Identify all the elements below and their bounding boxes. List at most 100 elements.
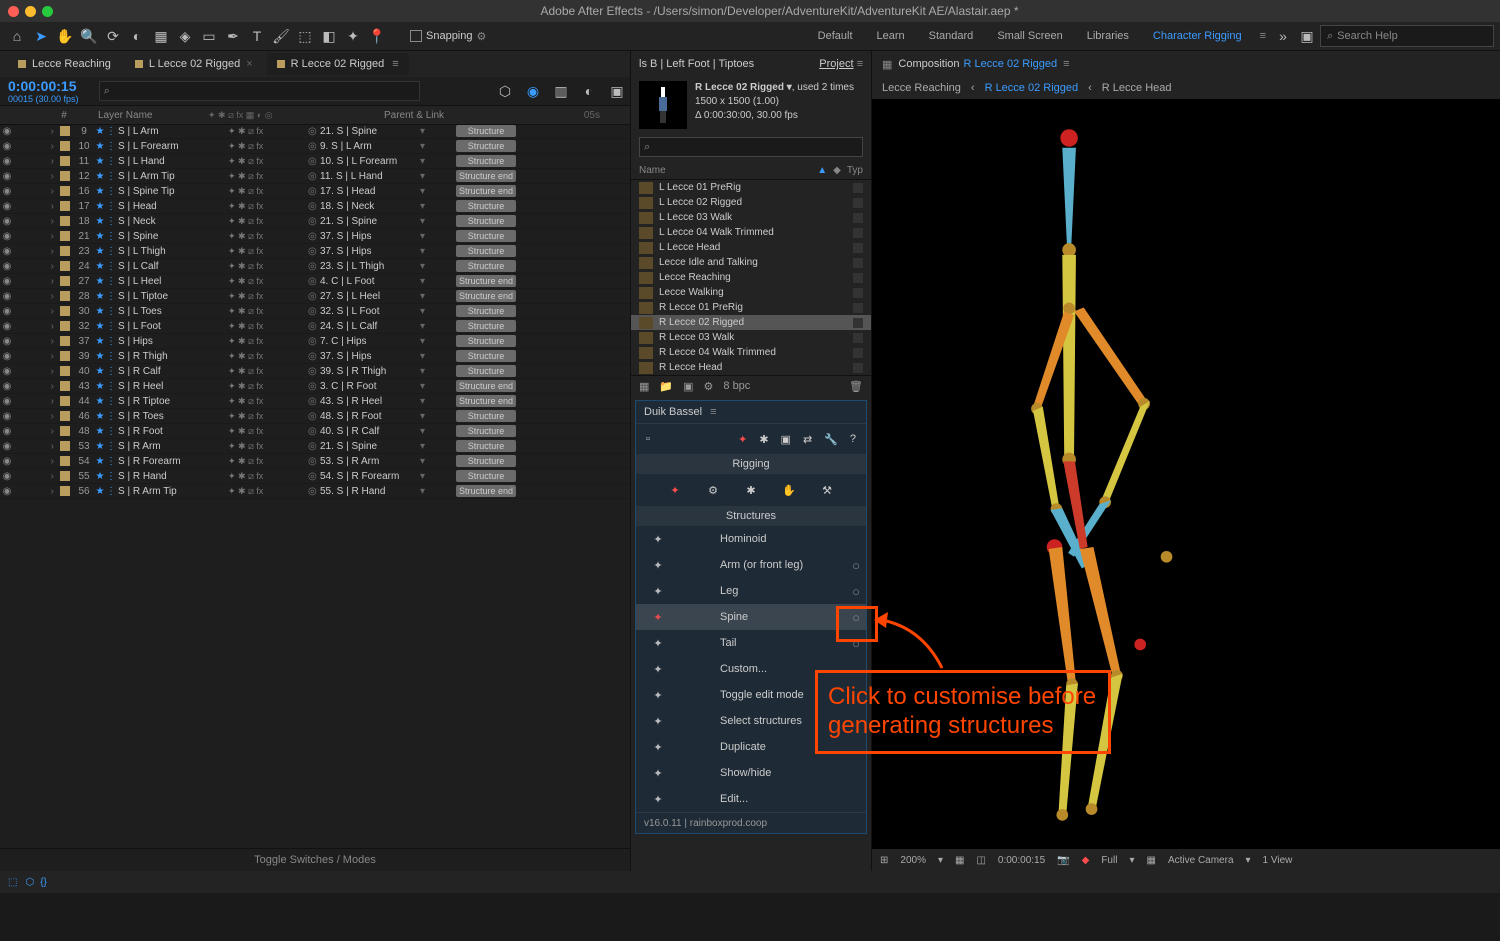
twirl-icon[interactable]: › xyxy=(34,426,56,437)
twirl-icon[interactable]: › xyxy=(34,141,56,152)
snapping-checkbox[interactable] xyxy=(410,30,422,42)
parent-dropdown-icon[interactable]: ▾ xyxy=(420,276,432,287)
layer-name[interactable]: S | R Hand xyxy=(118,471,228,482)
layer-name[interactable]: S | R Heel xyxy=(118,381,228,392)
layer-name[interactable]: S | Neck xyxy=(118,216,228,227)
project-item-label[interactable] xyxy=(853,288,863,298)
duik-structure-leg[interactable]: ✦ Leg ○ xyxy=(636,578,866,604)
parent-link[interactable]: 21. S | Spine xyxy=(320,126,420,137)
layer-switches[interactable]: ✦ ✱ ⧄ fx xyxy=(228,201,308,212)
duik-structure-edit-[interactable]: ✦ Edit... xyxy=(636,786,866,812)
visibility-toggle-icon[interactable]: ◉ xyxy=(0,366,14,377)
shy-toggle-icon[interactable]: ◉ xyxy=(522,80,544,102)
parent-dropdown-icon[interactable]: ▾ xyxy=(420,471,432,482)
project-item-label[interactable] xyxy=(853,273,863,283)
motion-blur-icon[interactable]: ◐ xyxy=(578,80,600,102)
parent-link[interactable]: 39. S | R Thigh xyxy=(320,366,420,377)
duik-animation-icon[interactable]: ✱ xyxy=(759,433,768,446)
layer-switches[interactable]: ✦ ✱ ⧄ fx xyxy=(228,366,308,377)
parent-link[interactable]: 21. S | Spine xyxy=(320,441,420,452)
twirl-icon[interactable]: › xyxy=(34,171,56,182)
layer-row[interactable]: ◉ › 46 ★ ⋮ S | R Toes ✦ ✱ ⧄ fx ◎ 48. S |… xyxy=(0,409,630,424)
layer-duration-bar[interactable]: Structure xyxy=(456,260,516,272)
project-item-label[interactable] xyxy=(853,333,863,343)
parent-dropdown-icon[interactable]: ▾ xyxy=(420,351,432,362)
layer-name[interactable]: S | R Forearm xyxy=(118,456,228,467)
parent-dropdown-icon[interactable]: ▾ xyxy=(420,291,432,302)
workspace-menu-icon[interactable]: ≡ xyxy=(1260,30,1266,42)
visibility-toggle-icon[interactable]: ◉ xyxy=(0,231,14,242)
twirl-icon[interactable]: › xyxy=(34,411,56,422)
view-layout-dropdown[interactable]: 1 View xyxy=(1263,855,1293,866)
label-color[interactable] xyxy=(60,216,70,226)
delete-icon[interactable]: 🗑 xyxy=(849,380,863,393)
parent-dropdown-icon[interactable]: ▾ xyxy=(420,231,432,242)
parent-link[interactable]: 53. S | R Arm xyxy=(320,456,420,467)
layer-name[interactable]: S | R Tiptoe xyxy=(118,396,228,407)
twirl-icon[interactable]: › xyxy=(34,186,56,197)
layer-row[interactable]: ◉ › 40 ★ ⋮ S | R Calf ✦ ✱ ⧄ fx ◎ 39. S |… xyxy=(0,364,630,379)
interpret-footage-icon[interactable]: ▦ xyxy=(639,380,649,393)
layer-name[interactable]: S | R Calf xyxy=(118,366,228,377)
layer-duration-bar[interactable]: Structure end xyxy=(456,395,516,407)
layer-duration-bar[interactable]: Structure end xyxy=(456,380,516,392)
layer-row[interactable]: ◉ › 27 ★ ⋮ S | L Heel ✦ ✱ ⧄ fx ◎ 4. C | … xyxy=(0,274,630,289)
duik-structure-arm-or-front-leg-[interactable]: ✦ Arm (or front leg) ○ xyxy=(636,552,866,578)
orbit-tool-icon[interactable]: ⟳ xyxy=(102,25,124,47)
parent-pickwhip-icon[interactable]: ◎ xyxy=(308,426,320,437)
search-help-input[interactable]: ⌕ Search Help xyxy=(1320,25,1494,47)
project-item-label[interactable] xyxy=(853,243,863,253)
project-item[interactable]: Lecce Reaching xyxy=(631,270,871,285)
new-folder-icon[interactable]: 📁 xyxy=(659,380,673,393)
snapshot-icon[interactable]: 📷 xyxy=(1057,855,1069,866)
layer-switches[interactable]: ✦ ✱ ⧄ fx xyxy=(228,186,308,197)
status-brackets-icon[interactable]: {} xyxy=(40,877,47,888)
parent-dropdown-icon[interactable]: ▾ xyxy=(420,426,432,437)
project-item[interactable]: Lecce Idle and Talking xyxy=(631,255,871,270)
frame-blend-icon[interactable]: ▥ xyxy=(550,80,572,102)
parent-link[interactable]: 17. S | Head xyxy=(320,186,420,197)
project-item[interactable]: Lecce Walking xyxy=(631,285,871,300)
layer-name[interactable]: S | L Arm xyxy=(118,126,228,137)
parent-dropdown-icon[interactable]: ▾ xyxy=(420,141,432,152)
label-color[interactable] xyxy=(60,201,70,211)
layer-name[interactable]: S | L Toes xyxy=(118,306,228,317)
parent-dropdown-icon[interactable]: ▾ xyxy=(420,456,432,467)
layer-row[interactable]: ◉ › 12 ★ ⋮ S | L Arm Tip ✦ ✱ ⧄ fx ◎ 11. … xyxy=(0,169,630,184)
parent-link[interactable]: 18. S | Neck xyxy=(320,201,420,212)
parent-pickwhip-icon[interactable]: ◎ xyxy=(308,216,320,227)
shape-tool-icon[interactable]: ▭ xyxy=(198,25,220,47)
workspace-default[interactable]: Default xyxy=(806,22,865,50)
workspace-standard[interactable]: Standard xyxy=(917,22,986,50)
parent-dropdown-icon[interactable]: ▾ xyxy=(420,366,432,377)
minimize-traffic-light[interactable] xyxy=(25,6,36,17)
layer-duration-bar[interactable]: Structure xyxy=(456,350,516,362)
duik-structure-tail[interactable]: ✦ Tail ○ xyxy=(636,630,866,656)
current-time[interactable]: 0:00:00:15 xyxy=(8,78,79,94)
parent-pickwhip-icon[interactable]: ◎ xyxy=(308,486,320,497)
parent-pickwhip-icon[interactable]: ◎ xyxy=(308,366,320,377)
label-color[interactable] xyxy=(60,186,70,196)
parent-pickwhip-icon[interactable]: ◎ xyxy=(308,186,320,197)
duik-structures-icon[interactable]: ✦ xyxy=(665,480,685,500)
project-item[interactable]: R Lecce 02 Rigged xyxy=(631,315,871,330)
parent-pickwhip-icon[interactable]: ◎ xyxy=(308,231,320,242)
parent-pickwhip-icon[interactable]: ◎ xyxy=(308,441,320,452)
layer-search-input[interactable]: ⌕ xyxy=(99,81,420,101)
label-color[interactable] xyxy=(60,261,70,271)
visibility-toggle-icon[interactable]: ◉ xyxy=(0,126,14,137)
label-col-icon[interactable]: ◆ xyxy=(833,165,841,176)
duik-help-icon[interactable]: ? xyxy=(850,433,856,445)
layer-switches[interactable]: ✦ ✱ ⧄ fx xyxy=(228,261,308,272)
layer-switches[interactable]: ✦ ✱ ⧄ fx xyxy=(228,411,308,422)
toggle-switches-button[interactable]: Toggle Switches / Modes xyxy=(0,848,630,871)
layer-switches[interactable]: ✦ ✱ ⧄ fx xyxy=(228,126,308,137)
parent-dropdown-icon[interactable]: ▾ xyxy=(420,441,432,452)
duik-controllers-icon[interactable]: ✋ xyxy=(779,480,799,500)
region-icon[interactable]: ◆ xyxy=(1082,855,1090,866)
parent-pickwhip-icon[interactable]: ◎ xyxy=(308,336,320,347)
layer-name[interactable]: S | R Toes xyxy=(118,411,228,422)
parent-pickwhip-icon[interactable]: ◎ xyxy=(308,261,320,272)
layer-switches[interactable]: ✦ ✱ ⧄ fx xyxy=(228,246,308,257)
parent-link[interactable]: 4. C | L Foot xyxy=(320,276,420,287)
